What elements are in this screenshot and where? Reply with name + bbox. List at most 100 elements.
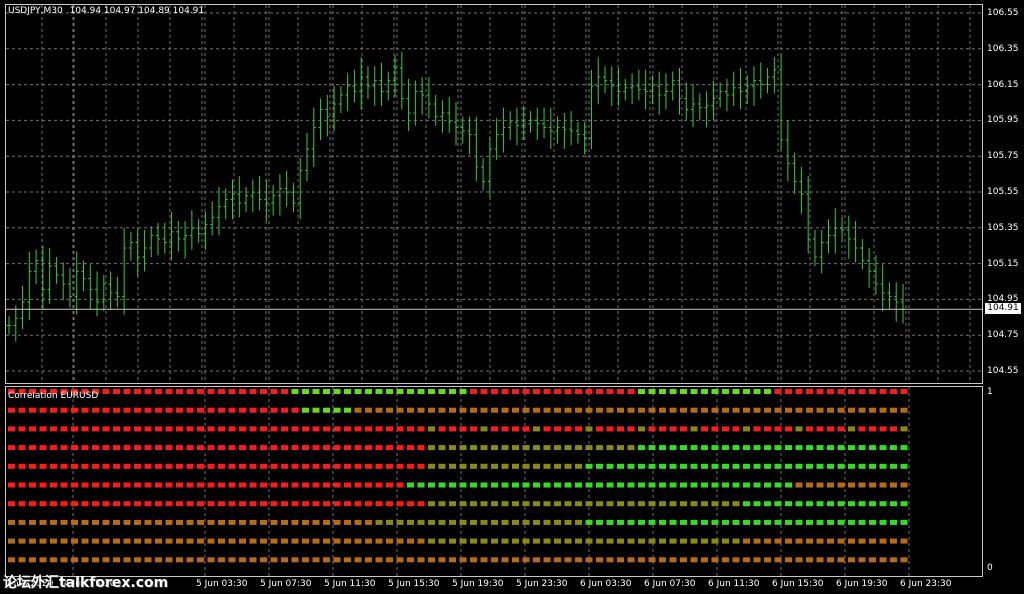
correlation-cell [8, 519, 15, 525]
correlation-cell [680, 407, 687, 413]
correlation-cell [648, 557, 656, 563]
correlation-cell [102, 389, 110, 394]
correlation-cell [155, 407, 162, 413]
correlation-cell [375, 445, 383, 451]
correlation-cell [669, 538, 677, 544]
correlation-cell [512, 557, 519, 563]
correlation-cell [197, 557, 204, 563]
correlation-cell [533, 557, 540, 563]
correlation-cell [365, 482, 372, 488]
correlation-cell [648, 501, 656, 507]
correlation-cell [795, 501, 803, 507]
correlation-cell [207, 389, 215, 394]
correlation-cell [8, 407, 15, 413]
correlation-cell [638, 407, 645, 413]
correlation-cell [554, 445, 561, 451]
correlation-cell [302, 557, 309, 563]
correlation-cell [701, 519, 708, 525]
correlation-cell [816, 389, 824, 394]
correlation-cell [869, 482, 876, 488]
correlation-cell [270, 389, 278, 394]
correlation-cell [627, 426, 635, 432]
correlation-cell [396, 445, 404, 451]
correlation-cell [428, 389, 435, 394]
correlation-cell [753, 407, 761, 413]
correlation-cell [312, 389, 320, 394]
correlation-cell [113, 407, 120, 413]
correlation-cell [879, 557, 887, 563]
correlation-cell [375, 538, 383, 544]
correlation-cell [491, 445, 498, 451]
correlation-cell [92, 501, 99, 507]
correlation-cell [134, 557, 141, 563]
correlation-cell [491, 501, 498, 507]
correlation-cell [669, 426, 677, 432]
correlation-cell [837, 538, 845, 544]
correlation-cell [218, 389, 225, 394]
correlation-cell [743, 538, 750, 544]
correlation-cell [806, 482, 813, 488]
correlation-cell [827, 445, 834, 451]
correlation-cell [858, 557, 866, 563]
correlation-cell [396, 519, 404, 525]
correlation-cell [480, 407, 488, 413]
correlation-cell [827, 538, 834, 544]
time-axis-label: 5 Jun 15:30 [388, 579, 440, 589]
correlation-cell [71, 463, 78, 469]
correlation-cell [890, 426, 897, 432]
correlation-cell [354, 426, 362, 432]
correlation-cell [806, 557, 813, 563]
correlation-cell [669, 463, 677, 469]
correlation-cell [428, 445, 435, 451]
correlation-cell [197, 519, 204, 525]
correlation-cell [701, 445, 708, 451]
correlation-cell [270, 501, 278, 507]
correlation-cell [900, 407, 908, 413]
price-chart-panel[interactable]: USDJPY,M30 104.94 104.97 104.89 104.91 [5, 4, 983, 384]
correlation-cell [386, 426, 393, 432]
correlation-cell [554, 407, 561, 413]
correlation-cell [459, 482, 467, 488]
correlation-cell [113, 426, 120, 432]
correlation-cell [323, 501, 330, 507]
correlation-cell [617, 426, 624, 432]
correlation-cell [123, 389, 131, 394]
correlation-cell [638, 389, 645, 394]
correlation-cell [722, 538, 729, 544]
correlation-cell [291, 538, 299, 544]
correlation-cell [197, 482, 204, 488]
correlation-cell [680, 389, 687, 394]
correlation-cell [711, 445, 719, 451]
correlation-cell [764, 482, 771, 488]
correlation-cell [186, 407, 194, 413]
correlation-cell [207, 538, 215, 544]
correlation-cell [428, 407, 435, 413]
indicator-panel[interactable]: Correlation EURUSD [5, 386, 983, 577]
correlation-cell [29, 407, 36, 413]
correlation-cell [396, 389, 404, 394]
correlation-cell [543, 445, 551, 451]
correlation-cell [71, 519, 78, 525]
correlation-cell [764, 519, 771, 525]
correlation-cell [743, 426, 750, 432]
correlation-cell [648, 389, 656, 394]
correlation-cell [228, 389, 236, 394]
correlation-cell [438, 407, 446, 413]
correlation-cell [312, 426, 320, 432]
correlation-cell [533, 445, 540, 451]
correlation-cell [239, 389, 246, 394]
correlation-cell [449, 463, 456, 469]
correlation-cell [291, 482, 299, 488]
correlation-cell [18, 482, 26, 488]
correlation-cell [207, 407, 215, 413]
correlation-cell [732, 482, 740, 488]
correlation-cell [102, 501, 110, 507]
trading-terminal: USDJPY,M30 104.94 104.97 104.89 104.91 C… [0, 0, 1024, 594]
correlation-cell [900, 389, 908, 394]
correlation-cell [260, 482, 267, 488]
correlation-cell [344, 557, 351, 563]
price-axis-label: 105.35 [987, 222, 1019, 233]
correlation-cell [491, 538, 498, 544]
correlation-cell [648, 426, 656, 432]
correlation-cell [249, 519, 257, 525]
